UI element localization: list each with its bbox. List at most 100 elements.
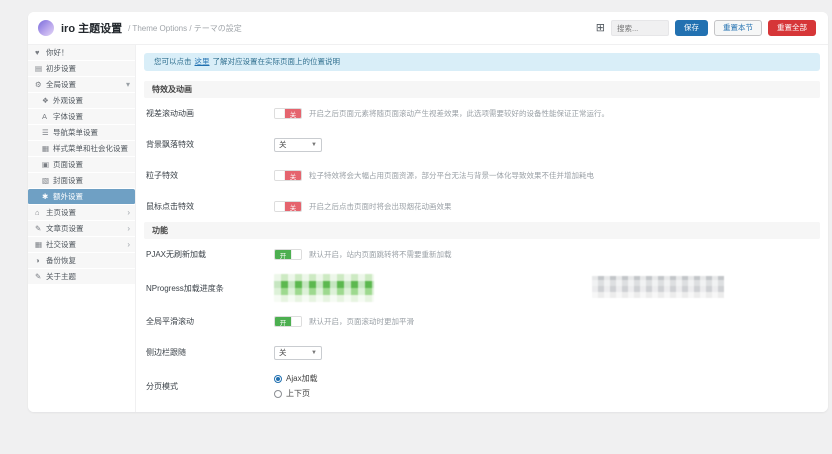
sidebar-item-label: 页面设置 xyxy=(53,159,83,170)
sidebar-item[interactable]: ◑备份恢复 xyxy=(28,253,135,269)
form-row: 视差滚动动画关开启之后页面元素将随页面滚动产生视差效果，此选项需要较好的设备性能… xyxy=(144,98,820,129)
field-label: 鼠标点击特效 xyxy=(146,201,274,212)
field-label: NProgress加载进度条 xyxy=(146,283,274,294)
expand-all-icon[interactable]: ⊞ xyxy=(596,23,605,34)
section-header: 特效及动画 xyxy=(144,81,820,98)
select-value: 关 xyxy=(279,347,287,358)
info-banner: 您可以点击这里了解对应设置在实际页面上的位置说明 xyxy=(144,53,820,71)
sidebar-item[interactable]: ▣页面设置 xyxy=(28,157,135,173)
sidebar-item[interactable]: A字体设置 xyxy=(28,109,135,125)
select-input[interactable]: 关▼ xyxy=(274,138,322,152)
page-title: iro 主题设置 xyxy=(61,20,122,36)
toggle-switch[interactable]: 关 xyxy=(274,170,302,181)
radio-unselected-icon xyxy=(274,390,282,398)
sidebar-item[interactable]: ☰导航菜单设置 xyxy=(28,125,135,141)
shield-icon: ◑ xyxy=(35,256,46,265)
field-description: 默认开启，页面滚动时更加平滑 xyxy=(309,316,414,327)
toggle-switch[interactable]: 关 xyxy=(274,108,302,119)
field-description: 开启之后点击页面时将会出现烟花动画效果 xyxy=(309,201,452,212)
toggle-switch[interactable]: 开 xyxy=(274,249,302,260)
sidebar-item-label: 字体设置 xyxy=(53,111,83,122)
toggle-switch[interactable]: 关 xyxy=(274,201,302,212)
chevron-right-icon: › xyxy=(127,224,130,233)
pencil-icon: ✎ xyxy=(35,224,46,233)
radio-option[interactable]: Ajax加载 xyxy=(274,373,318,384)
heart-icon: ♥ xyxy=(35,48,46,57)
chevron-right-icon: › xyxy=(127,240,130,249)
toggle-knob xyxy=(291,250,301,259)
radio-option[interactable]: 上下页 xyxy=(274,388,318,399)
sparkle-icon: ✱ xyxy=(42,192,53,201)
panel-header: iro 主题设置 / Theme Options / テーマの設定 ⊞ 保存 重… xyxy=(28,12,828,45)
form-row: NProgress加载进度条 xyxy=(144,270,820,306)
sidebar-item-label: 外观设置 xyxy=(53,95,83,106)
field-label: 全局平滑滚动 xyxy=(146,316,274,327)
panel-body: ♥你好！▤初步设置⚙全局设置▾❖外观设置A字体设置☰导航菜单设置▦样式菜单和社会… xyxy=(28,45,828,412)
field-label: 背景飘落特效 xyxy=(146,139,274,150)
radio-option-label: Ajax加载 xyxy=(286,373,318,384)
grid-icon: ▦ xyxy=(42,144,53,153)
settings-sidebar: ♥你好！▤初步设置⚙全局设置▾❖外观设置A字体设置☰导航菜单设置▦样式菜单和社会… xyxy=(28,45,136,412)
form-row: 全局平滑滚动开 默认开启，页面滚动时更加平滑 xyxy=(144,306,820,337)
share-icon: ▦ xyxy=(35,240,46,249)
toggle-state-label: 关 xyxy=(285,202,301,211)
field-control: 关开启之后页面元素将随页面滚动产生视差效果，此选项需要较好的设备性能保证正常运行… xyxy=(274,108,818,119)
sidebar-item[interactable]: ▦社交设置› xyxy=(28,237,135,253)
section-header: 功能 xyxy=(144,222,820,239)
field-control: 关开启之后点击页面时将会出现烟花动画效果 xyxy=(274,201,818,212)
sidebar-item[interactable]: ▦样式菜单和社会化设置 xyxy=(28,141,135,157)
home-icon: ⌂ xyxy=(35,208,46,217)
toggle-state-label: 开 xyxy=(275,317,291,326)
field-description: 默认开启，站内页面跳转将不需要重新加载 xyxy=(309,249,452,260)
form-row: 粒子特效关粒子特效将会大幅占用页面资源，部分平台无法与背景一体化导致效果不佳并增… xyxy=(144,160,820,191)
field-label: 侧边栏跟随 xyxy=(146,347,274,358)
field-control: 开 默认开启，站内页面跳转将不需要重新加载 xyxy=(274,249,818,260)
field-label: 分页模式 xyxy=(146,381,274,392)
docs-link[interactable]: 这里 xyxy=(195,57,210,66)
sidebar-item-label: 备份恢复 xyxy=(46,255,76,266)
sidebar-item[interactable]: ❖外观设置 xyxy=(28,93,135,109)
chevron-right-icon: › xyxy=(127,208,130,217)
search-input[interactable] xyxy=(611,20,669,36)
sidebar-item[interactable]: ⌂主页设置› xyxy=(28,205,135,221)
form-row: 侧边栏跟随关▼ xyxy=(144,337,820,368)
list-icon: ▤ xyxy=(35,64,46,73)
select-input[interactable]: 关▼ xyxy=(274,346,322,360)
field-description: 粒子特效将会大幅占用页面资源，部分平台无法与背景一体化导致效果不佳并增加耗电 xyxy=(309,170,594,181)
toggle-state-label: 关 xyxy=(285,171,301,180)
form-sections: 特效及动画视差滚动动画关开启之后页面元素将随页面滚动产生视差效果，此选项需要较好… xyxy=(144,81,820,404)
sidebar-item-label: 样式菜单和社会化设置 xyxy=(53,143,128,154)
breadcrumb: / Theme Options / テーマの設定 xyxy=(128,23,242,34)
sidebar-item[interactable]: ♥你好！ xyxy=(28,45,135,61)
toggle-state-label: 关 xyxy=(285,109,301,118)
sidebar-item[interactable]: ✎文章页设置› xyxy=(28,221,135,237)
info-banner-text: 了解对应设置在实际页面上的位置说明 xyxy=(213,57,341,66)
radio-selected-icon xyxy=(274,375,282,383)
sidebar-item[interactable]: ▤初步设置 xyxy=(28,61,135,77)
radio-group: Ajax加载上下页 xyxy=(274,368,318,404)
reset-all-button[interactable]: 重置全部 xyxy=(768,20,816,36)
info-banner-text: 您可以点击 xyxy=(154,57,192,66)
gear-icon: ⚙ xyxy=(35,80,46,89)
toggle-state-label: 开 xyxy=(275,250,291,259)
sidebar-item[interactable]: ✎关于主题 xyxy=(28,269,135,285)
field-control: 开 默认开启，页面滚动时更加平滑 xyxy=(274,316,818,327)
form-row: 背景飘落特效关▼ xyxy=(144,129,820,160)
sidebar-item-label: 全局设置 xyxy=(46,79,76,90)
toggle-knob xyxy=(275,202,285,211)
chevron-down-icon: ▾ xyxy=(126,80,130,89)
page-icon: ▣ xyxy=(42,160,53,169)
save-button[interactable]: 保存 xyxy=(675,20,708,36)
reset-section-button[interactable]: 重置本节 xyxy=(714,20,762,36)
form-row: PJAX无刷新加载开默认开启，站内页面跳转将不需要重新加载 xyxy=(144,239,820,270)
palette-icon: ❖ xyxy=(42,96,53,105)
field-control: 关▼ xyxy=(274,346,818,360)
form-row: 鼠标点击特效关开启之后点击页面时将会出现烟花动画效果 xyxy=(144,191,820,222)
sidebar-item[interactable]: ⚙全局设置 ▾ xyxy=(28,77,135,93)
sidebar-item[interactable]: ✱额外设置 xyxy=(28,189,135,205)
field-description: 开启之后页面元素将随页面滚动产生视差效果，此选项需要较好的设备性能保证正常运行。 xyxy=(309,108,609,119)
sidebar-item-label: 导航菜单设置 xyxy=(53,127,98,138)
toggle-switch[interactable]: 开 xyxy=(274,316,302,327)
font-icon: A xyxy=(42,112,53,121)
sidebar-item[interactable]: ▧封面设置 xyxy=(28,173,135,189)
